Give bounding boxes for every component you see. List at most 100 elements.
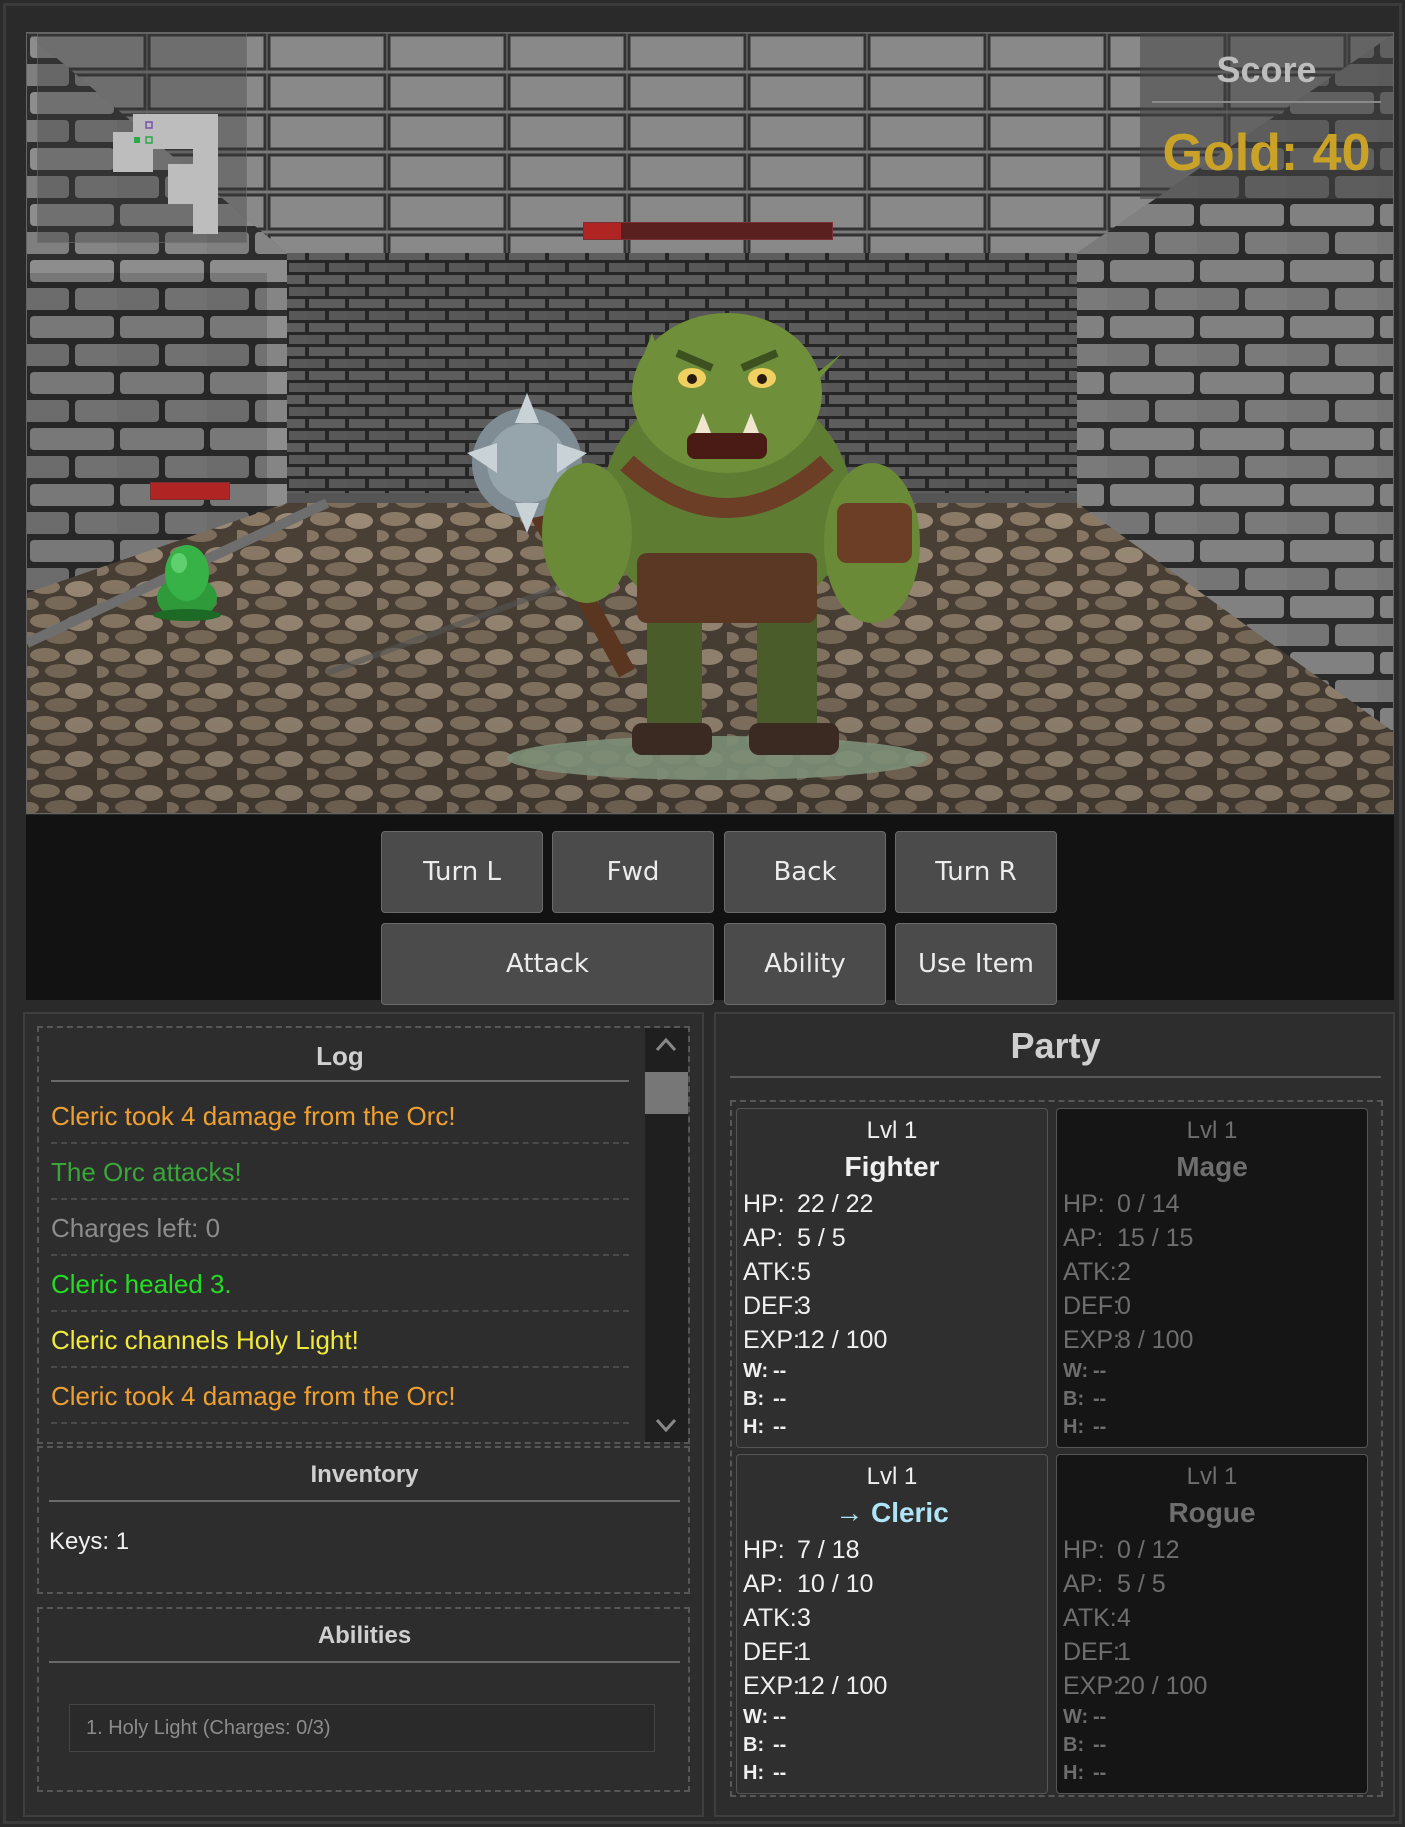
log-entry: The Orc attacks! [51, 1144, 629, 1200]
turn-right-button[interactable]: Turn R [895, 831, 1057, 913]
slime-health-fill [151, 483, 229, 499]
equip-label: B: [743, 1734, 765, 1756]
stat-value: 10 / 10 [797, 1570, 874, 1598]
stat-value: 0 / 14 [1117, 1190, 1180, 1218]
turn-left-button[interactable]: Turn L [381, 831, 543, 913]
party-title: Party [730, 1022, 1381, 1078]
equip-label: H: [743, 1416, 765, 1438]
stat-hp: HP: 0 / 14 [1063, 1187, 1367, 1221]
slime-health-bar [150, 482, 230, 500]
equip-value: -- [1093, 1360, 1107, 1382]
stat-exp: EXP:12 / 100 [743, 1669, 1047, 1703]
attack-button[interactable]: Attack [381, 923, 714, 1005]
stat-atk: ATK:2 [1063, 1255, 1367, 1289]
minimap-rooms [113, 114, 218, 234]
stat-value: 8 / 100 [1117, 1326, 1194, 1354]
equip-h: H: -- [1063, 1413, 1367, 1441]
forward-button[interactable]: Fwd [552, 831, 714, 913]
stat-label: DEF: [743, 1638, 800, 1666]
gold-counter: Gold: 40 [1162, 124, 1371, 182]
stat-value: 7 / 18 [797, 1536, 860, 1564]
party-member-card[interactable]: Lvl 1 Mage HP: 0 / 14 AP: 15 / 15 ATK:2 DEF:0 EX… [1056, 1108, 1368, 1448]
equip-b: B: -- [1063, 1385, 1367, 1413]
equip-b: B: -- [743, 1731, 1047, 1759]
stat-hp: HP: 22 / 22 [743, 1187, 1047, 1221]
stat-hp: HP: 0 / 12 [1063, 1533, 1367, 1567]
stat-label: EXP: [743, 1672, 800, 1700]
stat-value: 5 / 5 [1117, 1570, 1166, 1598]
orc-health-bar [583, 222, 833, 240]
log-box: Log Cleric took 4 damage from the Orc! Th… [37, 1026, 690, 1444]
inventory-keys: Keys: 1 [49, 1528, 130, 1555]
equip-b: B: -- [1063, 1731, 1367, 1759]
stat-value: 22 / 22 [797, 1190, 874, 1218]
equip-h: H: -- [743, 1759, 1047, 1787]
equip-value: -- [1093, 1762, 1107, 1784]
stat-ap: AP: 5 / 5 [1063, 1567, 1367, 1601]
equip-w: W: -- [743, 1357, 1047, 1385]
stat-label: EXP: [1063, 1672, 1120, 1700]
equip-value: -- [773, 1706, 787, 1728]
stat-label: AP: [1063, 1570, 1104, 1598]
stat-def: DEF:1 [743, 1635, 1047, 1669]
stat-label: AP: [743, 1570, 784, 1598]
equip-label: B: [1063, 1734, 1085, 1756]
stat-hp: HP: 7 / 18 [743, 1533, 1047, 1567]
stat-label: AP: [1063, 1224, 1104, 1252]
equip-value: -- [1093, 1706, 1107, 1728]
stat-label: DEF: [1063, 1292, 1120, 1320]
stat-exp: EXP:8 / 100 [1063, 1323, 1367, 1357]
stat-def: DEF:0 [1063, 1289, 1367, 1323]
log-list[interactable]: Cleric took 4 damage from the Orc! The Or… [51, 1088, 629, 1424]
stat-value: 4 [1117, 1604, 1131, 1632]
stat-value: 12 / 100 [797, 1672, 888, 1700]
member-level: Lvl 1 [866, 1117, 918, 1144]
equip-label: H: [1063, 1416, 1085, 1438]
orc-health-fill [584, 223, 622, 239]
stat-value: 0 [1117, 1292, 1131, 1320]
stat-value: 5 [797, 1258, 811, 1286]
log-title: Log [51, 1034, 629, 1082]
stat-atk: ATK:5 [743, 1255, 1047, 1289]
movement-controls: Turn L Fwd Back Turn R Attack Ability Us… [26, 815, 1394, 1005]
party-member-card[interactable]: Lvl 1 Rogue HP: 0 / 12 AP: 5 / 5 ATK:4 DEF:1 EXP… [1056, 1454, 1368, 1794]
equip-h: H: -- [1063, 1759, 1367, 1787]
equip-value: -- [1093, 1734, 1107, 1756]
inventory-box: Inventory Keys: 1 [37, 1446, 690, 1594]
stat-label: ATK: [1063, 1604, 1117, 1632]
stat-label: EXP: [1063, 1326, 1120, 1354]
back-button[interactable]: Back [724, 831, 886, 913]
log-scrollbar[interactable] [645, 1028, 688, 1442]
minimap[interactable] [37, 33, 247, 243]
party-panel: Party Lvl 1 Fighter HP: 22 / 22 AP: 5 / 5 ATK:… [714, 1012, 1395, 1817]
equip-value: -- [1093, 1416, 1107, 1438]
game-frame: Score Gold: 40 Turn L Fwd Back Turn R At… [3, 3, 1402, 1824]
score-title: Score [1152, 33, 1381, 103]
stat-ap: AP: 15 / 15 [1063, 1221, 1367, 1255]
equip-label: W: [743, 1360, 769, 1382]
equip-label: B: [743, 1388, 765, 1410]
stat-value: 1 [1117, 1638, 1131, 1666]
stat-label: ATK: [1063, 1258, 1117, 1286]
stat-def: DEF:3 [743, 1289, 1047, 1323]
log-scrollbar-graphic [645, 1037, 688, 1433]
dungeon-viewport[interactable]: Score Gold: 40 [26, 32, 1394, 814]
equip-label: H: [1063, 1762, 1085, 1784]
equip-value: -- [773, 1416, 787, 1438]
stat-ap: AP: 10 / 10 [743, 1567, 1047, 1601]
party-member-card[interactable]: Lvl 1 Fighter HP: 22 / 22 AP: 5 / 5 ATK:5 DEF:3… [736, 1108, 1048, 1448]
equip-label: W: [743, 1706, 769, 1728]
equip-value: -- [773, 1388, 787, 1410]
equip-h: H: -- [743, 1413, 1047, 1441]
equip-value: -- [773, 1360, 787, 1382]
ability-slot-holy-light[interactable]: 1. Holy Light (Charges: 0/3) [69, 1704, 655, 1752]
equip-b: B: -- [743, 1385, 1047, 1413]
use-item-button[interactable]: Use Item [895, 923, 1057, 1005]
ability-button[interactable]: Ability [724, 923, 886, 1005]
equip-w: W: -- [1063, 1703, 1367, 1731]
equip-value: -- [1093, 1388, 1107, 1410]
party-member-card[interactable]: Lvl 1 → Cleric HP: 7 / 18 AP: 10 / 10 ATK:3 DEF… [736, 1454, 1048, 1794]
equip-w: W: -- [1063, 1357, 1367, 1385]
score-panel: Score Gold: 40 [1140, 33, 1393, 199]
member-level: Lvl 1 [1186, 1463, 1238, 1490]
